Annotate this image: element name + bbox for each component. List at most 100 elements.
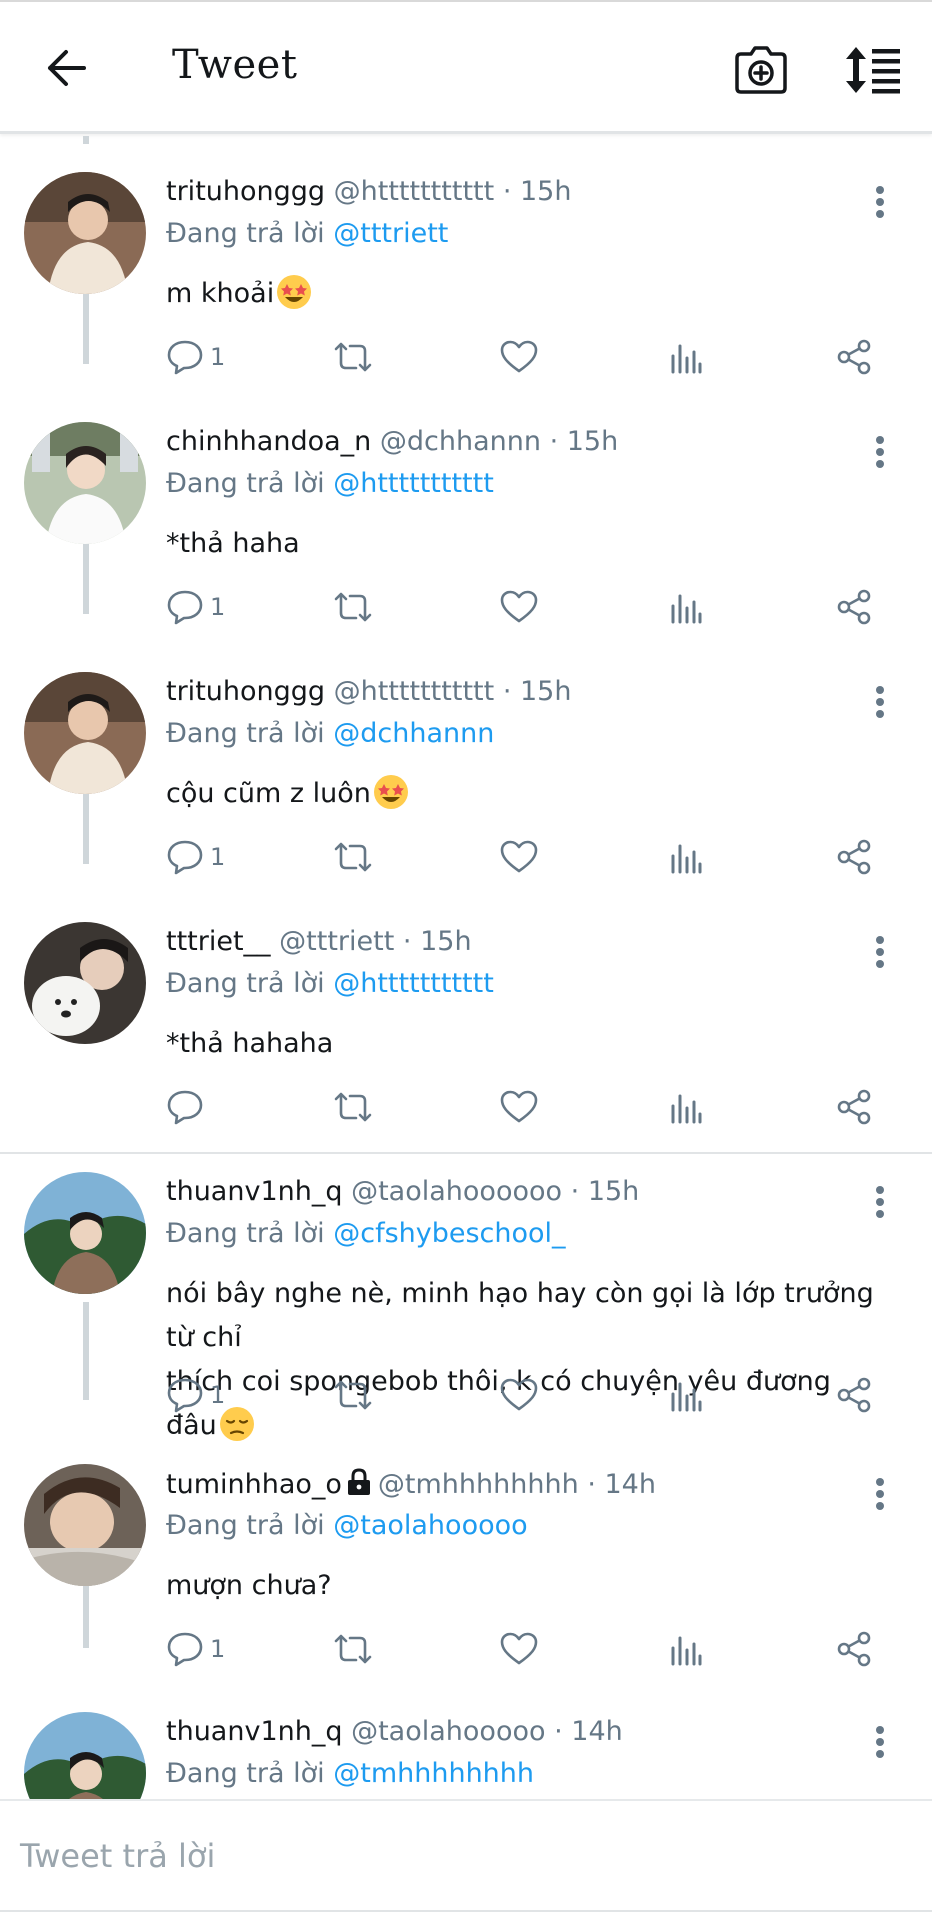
more-options-button[interactable] [868,682,892,722]
retweet-button[interactable] [332,1624,374,1674]
display-name[interactable]: tuminhhao_o [166,1469,342,1500]
timestamp: 15h [520,676,572,707]
tweet-header: chinhhandoa_n @dchhannn · 15h [166,426,618,457]
reply-button[interactable] [166,1082,210,1132]
retweet-button[interactable] [332,582,374,632]
sort-button[interactable] [843,42,905,98]
like-button[interactable] [500,582,538,632]
display-name[interactable]: trituhonggg [166,176,325,207]
reply-button[interactable]: 1 [166,1370,225,1420]
user-handle[interactable]: @taolahooooo [351,1716,545,1747]
user-handle[interactable]: @tttriett [279,926,394,957]
more-options-button[interactable] [868,182,892,222]
views-button[interactable] [670,1624,702,1674]
reply-mention[interactable]: @tmhhhhhhhh [333,1758,534,1789]
reply-button[interactable]: 1 [166,832,225,882]
tweet-text: nói bây nghe nè, minh hạo hay còn gọi là… [166,1272,886,1448]
share-button[interactable] [836,1624,872,1674]
heart-icon [500,1090,538,1123]
avatar[interactable] [24,1712,146,1799]
retweet-icon [334,342,372,372]
tweet-text-line: nói bây nghe nè, minh hạo hay còn gọi là… [166,1278,874,1353]
avatar[interactable] [24,1464,146,1586]
avatar[interactable] [24,172,146,294]
comment-icon [167,1632,203,1667]
user-handle[interactable]: @httttttttttt [334,676,495,707]
like-button[interactable] [500,832,538,882]
vertical-dots-icon [876,686,884,718]
reply-button[interactable]: 1 [166,332,225,382]
avatar[interactable] [24,422,146,544]
camera-button[interactable] [733,42,789,98]
display-name[interactable]: chinhhandoa_n [166,426,371,457]
views-button[interactable] [670,332,702,382]
reply-context: Đang trả lời @dchhannn [166,718,494,749]
more-options-button[interactable] [868,932,892,972]
reply-mention[interactable]: @httttttttttt [333,468,494,499]
views-button[interactable] [670,1370,702,1420]
reply-mention[interactable]: @taolahooooo [333,1510,527,1541]
heart-icon [500,1378,538,1411]
tweet-actions [0,1082,932,1132]
tweet-item[interactable]: trituhonggg @httttttttttt · 15h Đang trả… [0,672,932,884]
reply-count: 1 [210,1381,226,1409]
user-handle[interactable]: @taolahoooooo [351,1176,562,1207]
share-button[interactable] [836,332,872,382]
vertical-dots-icon [876,186,884,218]
retweet-button[interactable] [332,1082,374,1132]
tweet-item[interactable]: tttriet__ @tttriett · 15h Đang trả lời @… [0,922,932,1134]
tweet-item[interactable]: tuminhhao_o @tmhhhhhhhh · 14h Đang trả lờ… [0,1464,932,1676]
reply-mention[interactable]: @httttttttttt [333,968,494,999]
timestamp: 15h [420,926,472,957]
reply-button[interactable]: 1 [166,1624,225,1674]
timestamp: 15h [566,426,619,457]
bar-chart-icon [671,1382,702,1412]
back-button[interactable] [40,42,92,94]
display-name[interactable]: tttriet__ [166,926,271,957]
share-button[interactable] [836,832,872,882]
separator-dot: · [587,1469,596,1500]
like-button[interactable] [500,1624,538,1674]
reply-mention[interactable]: @dchhannn [333,718,494,749]
more-options-button[interactable] [868,432,892,472]
tweet-item[interactable]: thuanv1nh_q @taolahoooooo · 15h Đang trả… [0,1172,932,1441]
views-button[interactable] [670,582,702,632]
reply-count: 1 [210,593,226,621]
comment-icon [167,590,203,625]
user-handle[interactable]: @dchhannn [380,426,541,457]
user-handle[interactable]: @tmhhhhhhhh [378,1469,579,1500]
retweet-button[interactable] [332,332,374,382]
tweet-item[interactable]: thuanv1nh_q @taolahooooo · 14h Đang trả … [0,1712,932,1799]
views-button[interactable] [670,1082,702,1132]
like-button[interactable] [500,1082,538,1132]
more-options-button[interactable] [868,1182,892,1222]
display-name[interactable]: trituhonggg [166,676,325,707]
share-button[interactable] [836,1082,872,1132]
retweet-button[interactable] [332,832,374,882]
reply-button[interactable]: 1 [166,582,225,632]
display-name[interactable]: thuanv1nh_q [166,1716,343,1747]
reply-input[interactable]: Tweet trả lời [20,1837,215,1875]
reply-composer[interactable]: Tweet trả lời [0,1799,932,1920]
like-button[interactable] [500,1370,538,1420]
tweet-item[interactable]: trituhonggg @httttttttttt · 15h Đang trả… [0,172,932,384]
share-button[interactable] [836,582,872,632]
avatar[interactable] [24,672,146,794]
tweet-thread[interactable]: trituhonggg @httttttttttt · 15h Đang trả… [0,136,932,1799]
views-button[interactable] [670,832,702,882]
reply-mention[interactable]: @tttriett [333,218,448,249]
share-button[interactable] [836,1370,872,1420]
reply-mention[interactable]: @cfshybeschool_ [333,1218,565,1249]
like-button[interactable] [500,332,538,382]
tweet-item[interactable]: chinhhandoa_n @dchhannn · 15h Đang trả l… [0,422,932,634]
share-icon [837,589,871,625]
more-options-button[interactable] [868,1474,892,1514]
display-name[interactable]: thuanv1nh_q [166,1176,343,1207]
more-options-button[interactable] [868,1722,892,1762]
tweet-text: m khoải [166,272,886,316]
heart-icon [500,840,538,873]
retweet-button[interactable] [332,1370,374,1420]
user-handle[interactable]: @httttttttttt [334,176,495,207]
avatar[interactable] [24,1172,146,1294]
avatar[interactable] [24,922,146,1044]
